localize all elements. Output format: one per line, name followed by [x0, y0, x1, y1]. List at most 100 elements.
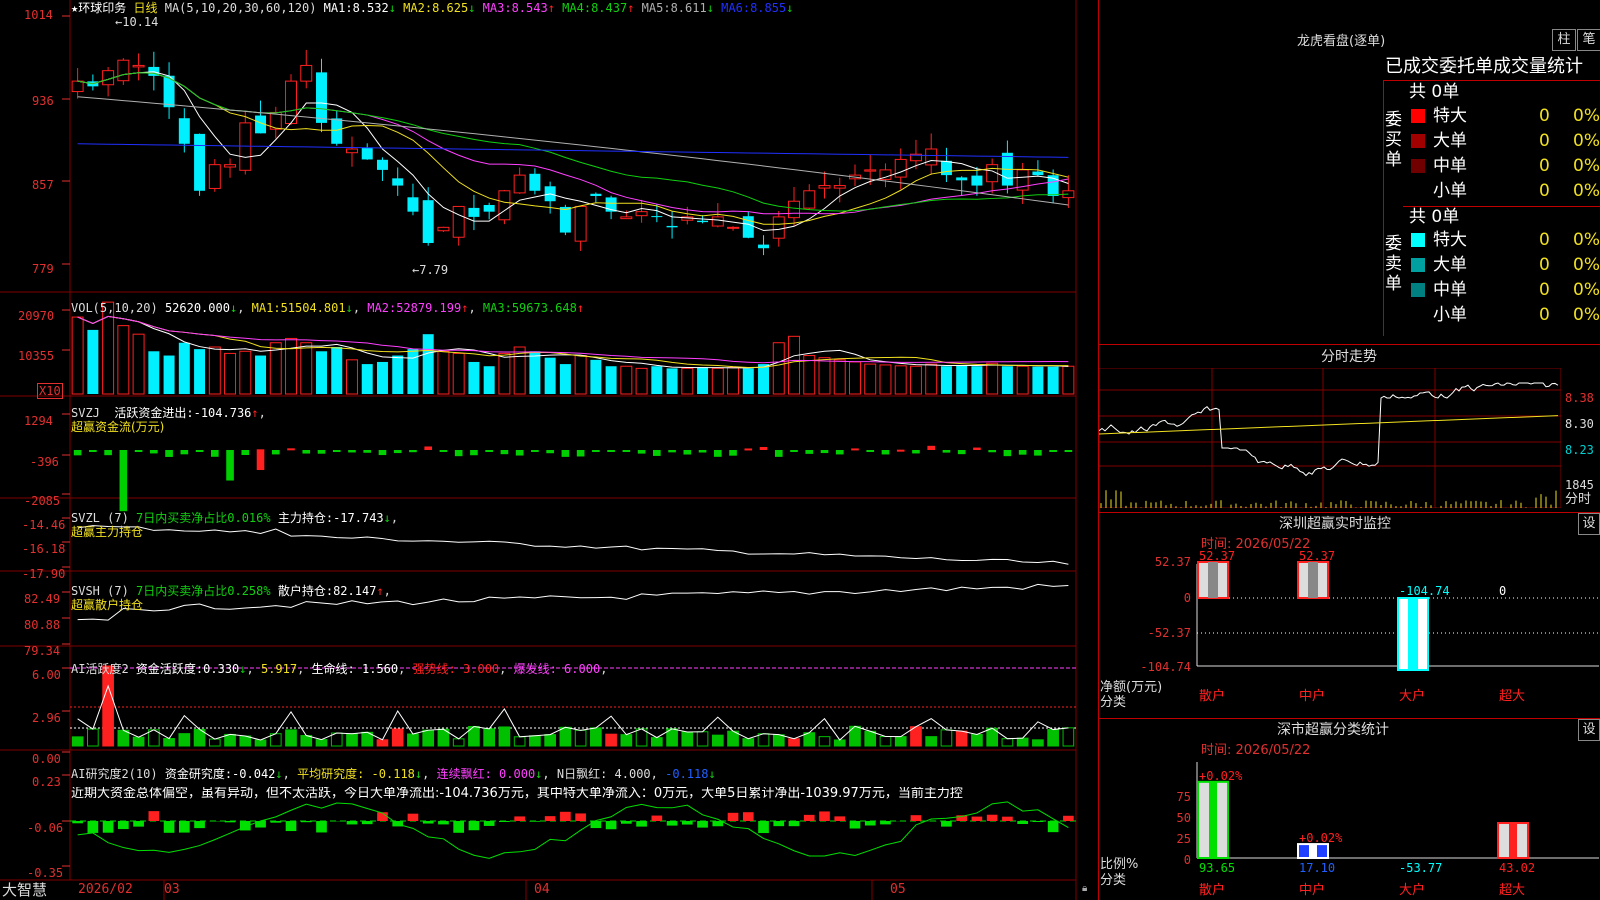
research-bar	[270, 821, 282, 823]
svzj-arrow: ↑	[251, 406, 259, 420]
lock-icon[interactable]: 🔒︎	[1082, 882, 1087, 896]
candle-down	[392, 178, 404, 186]
activity-bar	[346, 733, 358, 747]
classify-tick: 0	[1184, 853, 1191, 867]
volume-bar	[620, 365, 633, 395]
bar-mode-button[interactable]: 柱	[1552, 29, 1576, 51]
activity-bar	[757, 733, 770, 747]
svzj-bar	[210, 450, 219, 457]
svzj-bar	[835, 450, 844, 455]
chart-area[interactable]: ★环球印务 日线 MA(5,10,20,30,60,120) MA1:8.532…	[0, 0, 1098, 900]
ai2-comment: 近期大资金总体偏空，虽有异动，但不太活跃，今日大单净流出:-104.736万元，…	[71, 787, 963, 801]
svzj-bar	[1003, 450, 1012, 457]
vol-ma3-label: MA3:	[482, 301, 512, 315]
candle-up	[894, 158, 907, 178]
volume-bar	[452, 352, 465, 395]
research-bar	[407, 813, 419, 821]
svzj-bar	[348, 450, 356, 453]
volume-bar	[468, 361, 480, 394]
vol-unit: X10	[37, 383, 63, 399]
ai1-name: 资金活跃度:	[135, 662, 204, 676]
candle-up	[208, 164, 221, 189]
activity-bar	[452, 738, 465, 747]
svzj-bar	[454, 450, 463, 457]
ai2-tick-1: 0.23	[32, 775, 61, 789]
monitor-bar-label: 52.37	[1299, 549, 1335, 563]
activity-bar	[132, 736, 145, 747]
research-bar	[163, 821, 175, 833]
research-bar	[819, 811, 830, 821]
activity-bar	[940, 729, 953, 747]
candle-up	[788, 200, 801, 219]
activity-bar	[544, 734, 556, 747]
candle-down	[331, 118, 343, 144]
candle-down	[468, 207, 480, 217]
svzj-bar	[1018, 450, 1027, 455]
ma5-value: 8.611	[670, 1, 707, 15]
activity-bar	[590, 727, 602, 747]
monitor-category: 超大	[1499, 689, 1525, 704]
row-percent: 0%	[1573, 131, 1600, 151]
volume-bar	[590, 359, 602, 394]
candle-up	[132, 64, 145, 68]
volume-bar	[711, 367, 724, 395]
svzl-tick-2: -16.18	[22, 542, 66, 556]
svsh-value: 82.147	[333, 584, 377, 598]
classify-bar-shade	[1209, 781, 1217, 858]
monitor-category: 中户	[1299, 688, 1325, 704]
activity-bar	[87, 728, 99, 747]
research-bar	[102, 821, 114, 833]
ma1-value: 8.532	[352, 1, 389, 15]
volume-bar	[407, 349, 419, 394]
ai1-v2: 5.917	[260, 662, 298, 676]
svzj-bar	[165, 450, 173, 457]
row-count: 0	[1539, 156, 1550, 176]
ai1-burst: 爆发线: 6.000	[513, 662, 601, 676]
ai2-header: AI研究度2(10) 资金研究度:-0.042↓, 平均研究度: -0.118↓…	[71, 767, 716, 781]
ai1-value: 0.330	[203, 662, 240, 676]
volume-bar	[285, 337, 298, 395]
svzj-tick-3: -2085	[24, 494, 61, 508]
svsh-label: SVSH (7)	[71, 584, 129, 598]
activity-bar	[894, 736, 907, 747]
candle-up	[574, 205, 587, 242]
svzj-bar	[546, 450, 554, 454]
volume-bar	[909, 365, 922, 395]
research-bar	[499, 821, 510, 822]
kline-chart-canvas[interactable]	[0, 0, 1098, 900]
svsh-sub: 超赢散户持仓	[71, 598, 144, 612]
svzj-bar	[729, 450, 737, 456]
low-marker: ←7.79	[412, 263, 449, 277]
svzj-bar	[150, 450, 158, 454]
stock-name[interactable]: ★环球印务	[71, 1, 126, 15]
svsh-ratio: 7日内买卖净占比0.258%	[136, 584, 271, 598]
svzj-bar	[637, 450, 646, 454]
activity-bar	[879, 736, 892, 747]
tick-mode-button[interactable]: 笔	[1577, 29, 1600, 51]
research-bar	[133, 821, 144, 827]
row-percent: 0%	[1573, 305, 1600, 325]
ma2-label: MA2:	[403, 1, 433, 15]
research-bar	[1017, 821, 1028, 825]
brand-label[interactable]: 大智慧	[2, 881, 47, 899]
period-label[interactable]: 日线	[133, 1, 157, 15]
fenshi-price-2: 8.30	[1565, 417, 1594, 431]
research-bar	[834, 816, 846, 821]
activity-bar	[422, 729, 435, 747]
research-bar	[986, 814, 998, 821]
research-bar	[712, 821, 724, 827]
activity-bar	[71, 736, 84, 747]
candle-down	[559, 206, 571, 233]
fenshi-frame	[1099, 368, 1561, 508]
activity-bar	[224, 733, 236, 747]
ai2-tick-2: -0.06	[27, 821, 64, 835]
fenshi-chart[interactable]	[1099, 368, 1561, 508]
date-label-3: 04	[534, 882, 550, 897]
high-marker-value: 10.14	[122, 15, 159, 29]
activity-bar	[559, 726, 572, 747]
svzj-bar	[942, 450, 951, 453]
research-bar	[1032, 821, 1044, 822]
svzj-bar	[592, 450, 600, 452]
fenshi-title[interactable]: 分时走势	[1321, 349, 1377, 365]
ai1-tick-2: 2.96	[32, 711, 61, 725]
